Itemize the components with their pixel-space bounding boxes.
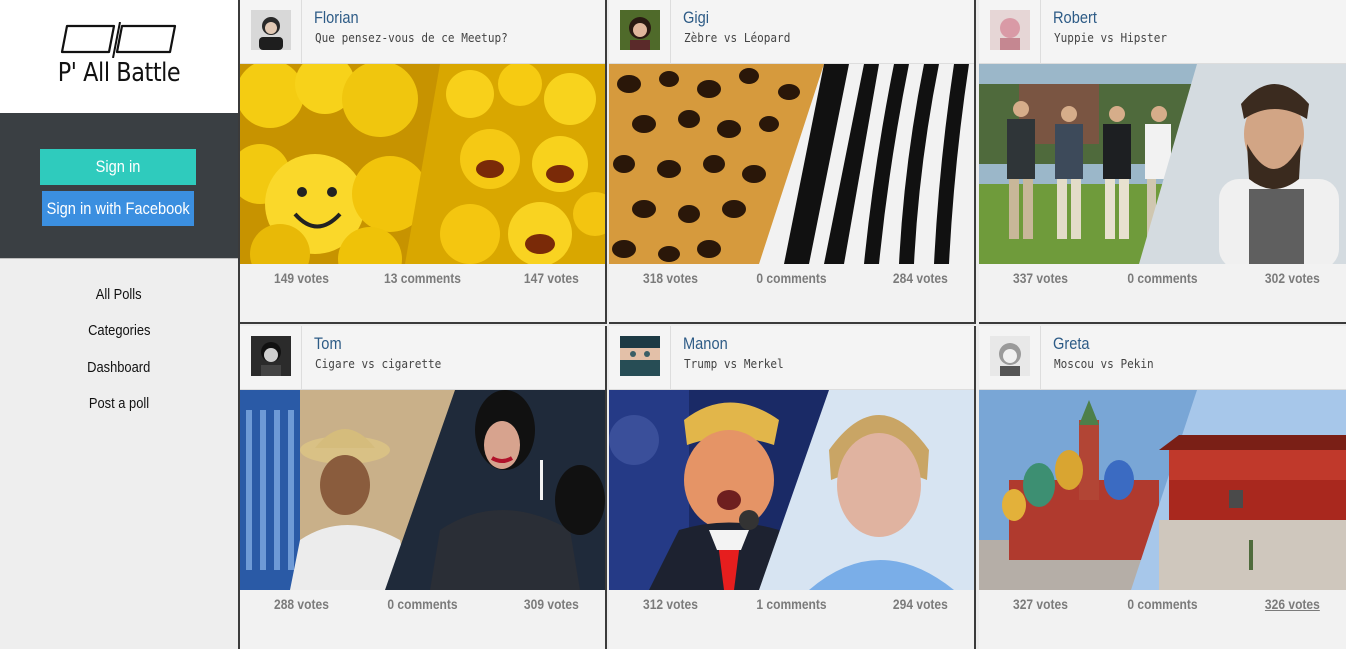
poll-title[interactable]: Cigare vs cigarette (315, 357, 441, 371)
avatar-frame (979, 0, 1041, 64)
nav-item-categories[interactable]: Categories (0, 322, 238, 339)
poll-title[interactable]: Zèbre vs Léopard (684, 31, 790, 45)
poll-stats: 318 votes 0 comments 284 votes (609, 264, 974, 294)
right-votes[interactable]: 309 votes (524, 596, 579, 612)
avatar-frame (609, 0, 671, 64)
sidebar-nav: All Polls Categories Dashboard Post a po… (0, 258, 238, 412)
sidebar: P' All Battle Sign in Sign in with Faceb… (0, 0, 238, 649)
poll-card-header: Tom Cigare vs cigarette (240, 326, 605, 390)
leopard-zebra-image-icon (609, 64, 974, 264)
poll-card-header: Florian Que pensez-vous de ce Meetup? (240, 0, 605, 64)
facebook-sign-in-label: Sign in with Facebook (46, 198, 190, 218)
poll-author[interactable]: Tom (314, 334, 342, 354)
avatar-frame (979, 326, 1041, 390)
poll-card-header: Gigi Zèbre vs Léopard (609, 0, 974, 64)
poll-title[interactable]: Moscou vs Pekin (1054, 357, 1154, 371)
poll-stats: 337 votes 0 comments 302 votes (979, 264, 1346, 294)
cigar-cigarette-image-icon (240, 390, 605, 590)
right-votes[interactable]: 284 votes (893, 270, 948, 286)
user-photo-icon (620, 10, 660, 50)
moscow-beijing-image-icon (979, 390, 1346, 590)
poll-card[interactable]: Gigi Zèbre vs Léopard 318 votes 0 commen… (609, 0, 976, 324)
sign-in-button[interactable]: Sign in (40, 149, 196, 185)
brand-header: P' All Battle (0, 0, 238, 113)
nav-label: Post a poll (88, 395, 150, 412)
poll-author[interactable]: Gigi (683, 8, 709, 28)
user-photo-icon (620, 336, 660, 376)
poll-stats: 327 votes 0 comments 326 votes (979, 590, 1346, 620)
poll-card-header: Robert Yuppie vs Hipster (979, 0, 1346, 64)
poll-card-header: Manon Trump vs Merkel (609, 326, 974, 390)
poll-card[interactable]: Tom Cigare vs cigarette 288 votes 0 comm… (240, 326, 607, 649)
poll-author[interactable]: Florian (314, 8, 359, 28)
poll-title[interactable]: Trump vs Merkel (684, 357, 784, 371)
poll-image[interactable] (609, 64, 974, 264)
poll-card[interactable]: Greta Moscou vs Pekin 327 votes 0 commen… (979, 326, 1346, 649)
yuppie-hipster-image-icon (979, 64, 1346, 264)
sign-in-label: Sign in (95, 157, 141, 176)
user-photo-icon (990, 336, 1030, 376)
right-votes[interactable]: 326 votes (1265, 596, 1320, 612)
nav-item-dashboard[interactable]: Dashboard (0, 359, 238, 376)
logo-icon (60, 22, 177, 58)
poll-image[interactable] (240, 64, 605, 264)
avatar-frame (240, 326, 302, 390)
nav-label: All Polls (96, 286, 142, 303)
right-votes[interactable]: 147 votes (524, 270, 579, 286)
nav-label: Categories (87, 322, 151, 339)
user-photo-icon (251, 336, 291, 376)
avatar[interactable] (990, 10, 1030, 50)
trump-merkel-image-icon (609, 390, 974, 590)
poll-image[interactable] (609, 390, 974, 590)
poll-card-header: Greta Moscou vs Pekin (979, 326, 1346, 390)
poll-image[interactable] (979, 390, 1346, 590)
poll-title[interactable]: Que pensez-vous de ce Meetup? (315, 31, 508, 45)
right-votes[interactable]: 302 votes (1265, 270, 1320, 286)
user-photo-icon (990, 10, 1030, 50)
poll-card[interactable]: Manon Trump vs Merkel 312 votes 1 commen… (609, 326, 976, 649)
smiley-faces-image-icon (240, 64, 605, 264)
right-votes[interactable]: 294 votes (893, 596, 948, 612)
poll-title[interactable]: Yuppie vs Hipster (1054, 31, 1167, 45)
nav-label: Dashboard (87, 359, 151, 376)
app: P' All Battle Sign in Sign in with Faceb… (0, 0, 1346, 649)
poll-author[interactable]: Robert (1053, 8, 1097, 28)
poll-stats: 149 votes 13 comments 147 votes (240, 264, 605, 294)
poll-card[interactable]: Florian Que pensez-vous de ce Meetup? 14… (240, 0, 607, 324)
nav-item-post-a-poll[interactable]: Post a poll (0, 395, 238, 412)
poll-card[interactable]: Robert Yuppie vs Hipster 337 votes 0 com… (979, 0, 1346, 324)
avatar[interactable] (251, 10, 291, 50)
avatar[interactable] (990, 336, 1030, 376)
poll-image[interactable] (240, 390, 605, 590)
avatar-frame (609, 326, 671, 390)
nav-item-all-polls[interactable]: All Polls (0, 286, 238, 303)
avatar[interactable] (620, 10, 660, 50)
poll-image[interactable] (979, 64, 1346, 264)
brand-title: P' All Battle (57, 58, 181, 88)
poll-stats: 312 votes 1 comments 294 votes (609, 590, 974, 620)
poll-author[interactable]: Manon (683, 334, 728, 354)
poll-author[interactable]: Greta (1053, 334, 1090, 354)
avatar-frame (240, 0, 302, 64)
facebook-sign-in-button[interactable]: Sign in with Facebook (42, 191, 194, 226)
auth-panel: Sign in Sign in with Facebook (0, 113, 238, 258)
avatar[interactable] (251, 336, 291, 376)
poll-stats: 288 votes 0 comments 309 votes (240, 590, 605, 620)
user-photo-icon (251, 10, 291, 50)
avatar[interactable] (620, 336, 660, 376)
